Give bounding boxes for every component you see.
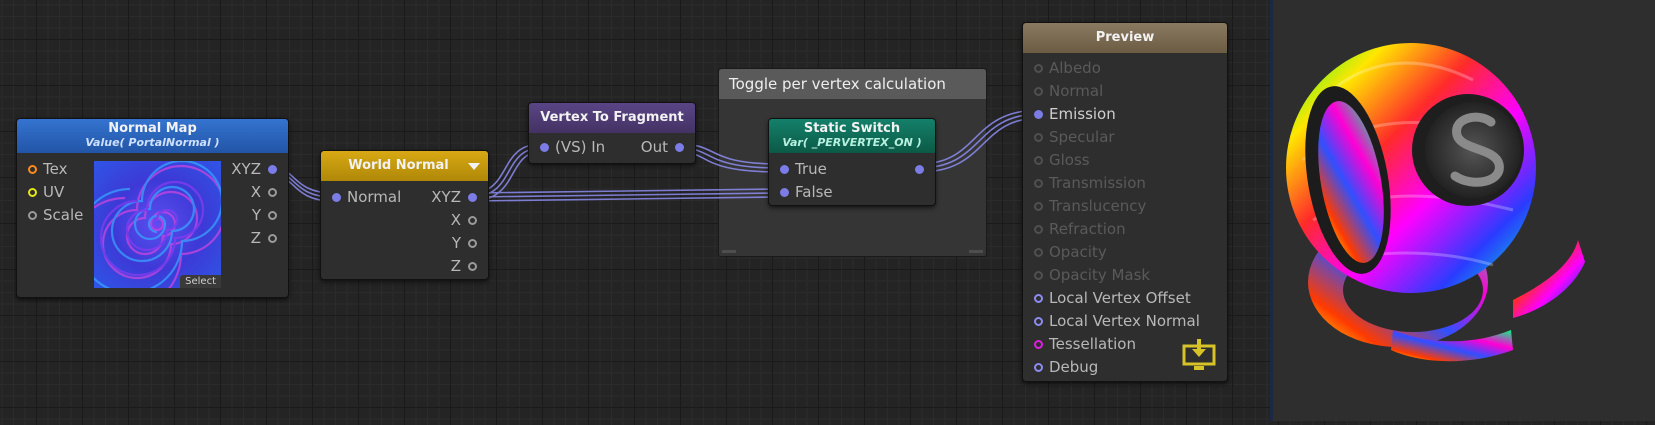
preview-node-title: Preview — [1095, 30, 1155, 45]
true-input-port[interactable] — [780, 165, 789, 174]
y-output-port[interactable] — [268, 211, 277, 220]
out-output-port[interactable] — [675, 143, 684, 152]
vertex-to-fragment-node[interactable]: Vertex To Fragment (VS) In Out — [528, 102, 696, 164]
debug-port[interactable] — [1034, 363, 1043, 372]
texture-thumbnail[interactable]: Select — [94, 161, 221, 288]
tex-input-port[interactable] — [28, 165, 37, 174]
world-y-output-port[interactable] — [468, 239, 477, 248]
xyz-output-label: XYZ — [231, 160, 261, 178]
vs-in-input-port[interactable] — [540, 143, 549, 152]
static-switch-header[interactable]: Static Switch Var( _PERVERTEX_ON ) — [769, 119, 935, 153]
translucency-label: Translucency — [1049, 197, 1147, 215]
world-y-output-label: Y — [451, 234, 461, 252]
false-input-port[interactable] — [780, 188, 789, 197]
specular-port[interactable] — [1034, 133, 1043, 142]
node-canvas[interactable]: Toggle per vertex calculation Normal Map… — [0, 0, 1270, 421]
emission-label: Emission — [1049, 105, 1116, 123]
opacity-mask-port[interactable] — [1034, 271, 1043, 280]
world-z-output-label: Z — [450, 257, 461, 275]
world-z-output-port[interactable] — [468, 262, 477, 271]
normal-map-header[interactable]: Normal Map Value( PortalNormal ) — [17, 119, 288, 153]
emission-port[interactable] — [1034, 110, 1043, 119]
vs-in-input-label: (VS) In — [555, 138, 606, 156]
normal-map-node[interactable]: Normal Map Value( PortalNormal ) Tex UV … — [16, 118, 289, 298]
z-output-port[interactable] — [268, 234, 277, 243]
group-title[interactable]: Toggle per vertex calculation — [719, 69, 986, 99]
opacity-mask-label: Opacity Mask — [1049, 266, 1151, 284]
static-switch-node[interactable]: Static Switch Var( _PERVERTEX_ON ) True … — [768, 118, 936, 206]
normal-map-title: Normal Map — [108, 121, 197, 136]
scale-input-port[interactable] — [28, 211, 37, 220]
resize-handle-right[interactable] — [969, 250, 983, 253]
vertex-to-fragment-header[interactable]: Vertex To Fragment — [529, 103, 695, 133]
opacity-label: Opacity — [1049, 243, 1107, 261]
normal-map-subtitle: Value( PortalNormal ) — [85, 136, 220, 149]
opacity-port[interactable] — [1034, 248, 1043, 257]
material-preview-panel[interactable] — [1270, 0, 1655, 421]
world-xyz-output-label: XYZ — [431, 188, 461, 206]
select-texture-button[interactable]: Select — [180, 275, 221, 288]
x-output-label: X — [250, 183, 261, 201]
normal-input-port[interactable] — [332, 193, 341, 202]
albedo-label: Albedo — [1049, 59, 1101, 77]
world-x-output-port[interactable] — [468, 216, 477, 225]
resize-handle-left[interactable] — [722, 250, 736, 253]
normal-port[interactable] — [1034, 87, 1043, 96]
tessellation-port[interactable] — [1034, 340, 1043, 349]
vertex-to-fragment-title: Vertex To Fragment — [540, 110, 684, 125]
local-vertex-normal-port[interactable] — [1034, 317, 1043, 326]
preview-output-node[interactable]: Preview Albedo Normal Emission Specular … — [1022, 22, 1228, 382]
refraction-port[interactable] — [1034, 225, 1043, 234]
material-preview-sphere — [1286, 43, 1585, 362]
tessellation-label: Tessellation — [1049, 335, 1136, 353]
world-normal-title: World Normal — [348, 158, 449, 173]
dropdown-arrow-icon[interactable] — [468, 163, 480, 170]
albedo-port[interactable] — [1034, 64, 1043, 73]
uv-input-port[interactable] — [28, 188, 37, 197]
transmission-label: Transmission — [1049, 174, 1146, 192]
specular-label: Specular — [1049, 128, 1115, 146]
world-xyz-output-port[interactable] — [468, 193, 477, 202]
debug-label: Debug — [1049, 358, 1099, 376]
z-output-label: Z — [250, 229, 261, 247]
scale-input-label: Scale — [43, 206, 84, 224]
out-output-label: Out — [640, 138, 668, 156]
false-input-label: False — [795, 183, 833, 201]
x-output-port[interactable] — [268, 188, 277, 197]
normal-input-label: Normal — [347, 188, 402, 206]
world-x-output-label: X — [450, 211, 461, 229]
y-output-label: Y — [251, 206, 261, 224]
world-normal-node[interactable]: World Normal Normal XYZ X Y Z — [320, 150, 489, 280]
download-to-screen-icon[interactable] — [1181, 337, 1217, 371]
preview-node-header[interactable]: Preview — [1023, 23, 1227, 53]
xyz-output-port[interactable] — [268, 165, 277, 174]
true-input-label: True — [795, 160, 827, 178]
tex-input-label: Tex — [43, 160, 68, 178]
uv-input-label: UV — [43, 183, 65, 201]
gloss-port[interactable] — [1034, 156, 1043, 165]
static-switch-output-port[interactable] — [915, 165, 924, 174]
local-vertex-offset-label: Local Vertex Offset — [1049, 289, 1191, 307]
local-vertex-offset-port[interactable] — [1034, 294, 1043, 303]
translucency-port[interactable] — [1034, 202, 1043, 211]
normal-label: Normal — [1049, 82, 1104, 100]
refraction-label: Refraction — [1049, 220, 1126, 238]
normal-texture-swirl — [94, 161, 221, 288]
local-vertex-normal-label: Local Vertex Normal — [1049, 312, 1200, 330]
static-switch-title: Static Switch — [803, 121, 901, 136]
world-normal-header[interactable]: World Normal — [321, 151, 488, 181]
static-switch-subtitle: Var( _PERVERTEX_ON ) — [782, 136, 922, 149]
transmission-port[interactable] — [1034, 179, 1043, 188]
gloss-label: Gloss — [1049, 151, 1090, 169]
